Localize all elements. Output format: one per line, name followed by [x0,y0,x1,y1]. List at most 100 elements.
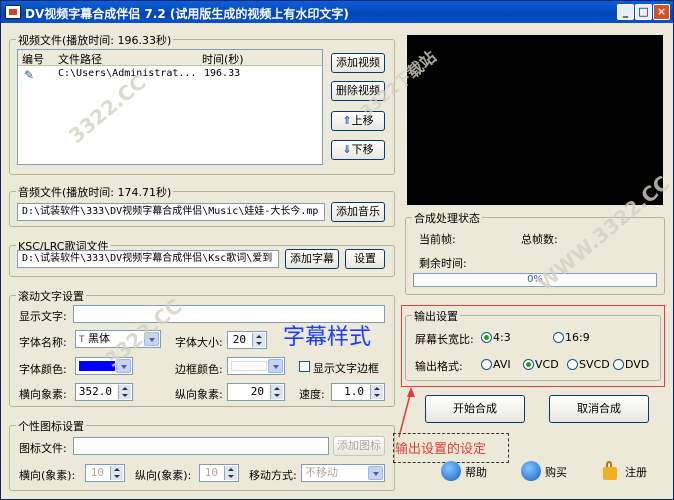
ksc-path-field[interactable]: D:\试装软件\333\DV视频字幕合成伴侣\Ksc歌词\爱到 [17,250,279,268]
spinner-arrows-icon[interactable] [252,333,265,347]
format-avi-radio[interactable] [481,359,492,370]
icon-file-input[interactable] [73,437,329,455]
audio-group-title: 音频文件(播放时间: 174.71秒) [16,184,174,200]
format-dvd-radio[interactable] [613,359,624,370]
aspect-169-label: 16:9 [565,331,590,344]
annotation-text: 输出设置的设定 [395,442,487,457]
chevron-down-icon [368,466,383,480]
move-mode-value: 不移动 [305,466,338,479]
speed-label: 速度: [299,388,325,401]
add-music-button[interactable]: 添加音乐 [331,202,385,222]
col-time[interactable]: 时间(秒) [202,51,244,67]
app-window: DV视频字幕合成伴侣 7.2 (试用版生成的视频上有水印文字) _ □ × 视频… [0,0,674,500]
font-size-stepper[interactable]: 20 [227,331,267,349]
video-group-title: 视频文件(播放时间: 196.33秒) [16,32,174,48]
scroll-group-title: 滚动文字设置 [16,288,86,304]
aspect-43-radio[interactable] [481,332,492,343]
up-arrow-icon: ⇑ [342,114,352,127]
output-group-title: 输出设置 [412,308,460,324]
start-compose-button[interactable]: 开始合成 [425,395,525,423]
close-button[interactable]: × [653,4,670,20]
process-group-title: 合成处理状态 [412,210,482,226]
font-color-label: 字体颜色: [19,363,67,376]
border-color-label: 边框颜色: [175,363,223,376]
globe-icon [521,461,541,481]
format-dvd-label: DVD [625,358,650,371]
total-frames-label: 总帧数: [521,233,558,246]
aspect-169-radio[interactable] [553,332,564,343]
remaining-time-label: 剩余时间: [419,257,467,270]
move-down-button[interactable]: ⇓下移 [331,140,385,160]
border-color-select[interactable] [227,357,285,375]
list-header: 编号 文件路径 时间(秒) [18,50,322,66]
show-border-checkbox[interactable] [299,361,310,372]
logo-v-label: 纵向(象素): [135,469,192,482]
video-preview [407,35,663,205]
minimize-button[interactable]: _ [617,4,634,20]
speed-value: 1.0 [344,385,364,398]
logo-h-label: 横向(象素): [19,469,76,482]
logo-v-stepper[interactable]: 10 [199,464,239,482]
v-pixels-stepper[interactable]: 20 [227,383,285,401]
aspect-43-label: 4:3 [493,331,511,344]
audio-path-field[interactable]: D:\试装软件\333\DV视频字幕合成伴侣\Music\娃娃-大长今.mp [17,203,325,221]
logo-h-value: 10 [90,466,104,479]
lock-icon [603,461,617,480]
globe-icon [441,461,461,481]
help-button[interactable]: 帮助 [441,461,499,483]
video-list[interactable]: 编号 文件路径 时间(秒) ✎ C:\Users\Administrat... … [17,49,323,165]
border-color-swatch [231,361,267,371]
format-svcd-label: SVCD [579,358,610,371]
col-path[interactable]: 文件路径 [58,51,102,67]
cancel-compose-button[interactable]: 取消合成 [549,395,649,423]
font-size-label: 字体大小: [175,336,223,349]
spinner-arrows-icon[interactable] [370,385,383,399]
v-pixels-label: 纵向象素: [175,388,223,401]
font-name-label: 字体名称: [19,336,67,349]
font-type-icon: T [79,335,85,345]
h-pixels-value: 352.0 [78,385,112,398]
format-vcd-label: VCD [535,358,559,371]
format-svcd-radio[interactable] [567,359,578,370]
app-icon [5,5,21,19]
format-vcd-radio[interactable] [523,359,534,370]
add-icon-button[interactable]: 添加图标 [333,436,385,456]
table-row[interactable]: ✎ C:\Users\Administrat... 196.33 [18,67,318,83]
logo-h-stepper[interactable]: 10 [85,464,125,482]
buy-button[interactable]: 购买 [521,461,579,483]
buy-label: 购买 [545,466,567,479]
ksc-settings-button[interactable]: 设置 [345,249,385,269]
add-subtitle-button[interactable]: 添加字幕 [285,249,339,269]
display-text-label: 显示文字: [19,310,67,323]
font-size-value: 20 [232,333,246,346]
icon-file-label: 图标文件: [19,442,67,455]
speed-stepper[interactable]: 1.0 [331,383,385,401]
current-frame-label: 当前帧: [419,233,456,246]
row-time: 196.33 [204,68,241,79]
move-down-label: 下移 [351,143,374,156]
style-caption: 字幕样式 [283,325,372,350]
h-pixels-stepper[interactable]: 352.0 [75,383,133,401]
register-button[interactable]: 注册 [601,461,659,483]
spinner-arrows-icon[interactable] [118,385,131,399]
spinner-arrows-icon[interactable] [110,466,123,480]
spinner-arrows-icon[interactable] [270,385,283,399]
output-format-label: 输出格式: [415,360,463,373]
add-video-button[interactable]: 添加视频 [331,53,385,73]
format-avi-label: AVI [493,358,511,371]
h-pixels-label: 横向象素: [19,388,67,401]
col-number[interactable]: 编号 [22,51,44,67]
maximize-button[interactable]: □ [635,4,652,20]
window-title: DV视频字幕合成伴侣 7.2 (试用版生成的视频上有水印文字) [25,7,349,21]
register-label: 注册 [625,466,647,479]
font-name-value: 黑体 [88,332,110,345]
down-arrow-icon: ⇓ [342,143,352,156]
spinner-arrows-icon[interactable] [224,466,237,480]
v-pixels-value: 20 [250,385,264,398]
show-border-label: 显示文字边框 [313,362,379,375]
move-mode-select[interactable]: 不移动 [301,464,385,482]
film-icon: ✎ [24,68,35,82]
title-bar: DV视频字幕合成伴侣 7.2 (试用版生成的视频上有水印文字) _ □ × [1,1,673,23]
logo-group-title: 个性图标设置 [16,418,86,434]
logo-v-value: 10 [204,466,218,479]
